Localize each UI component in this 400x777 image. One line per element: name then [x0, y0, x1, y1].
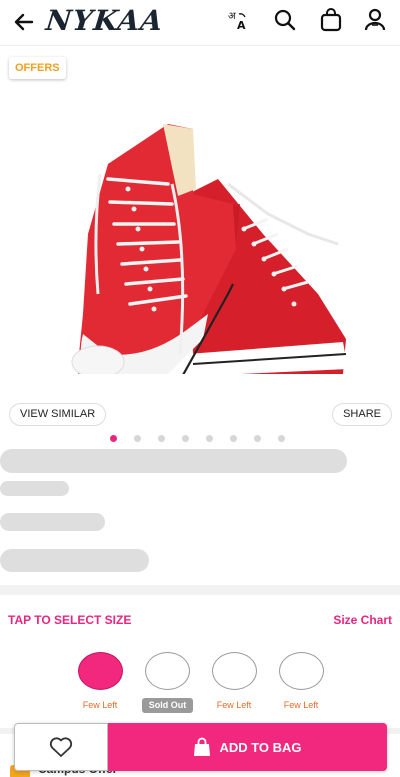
- carousel-dot[interactable]: [206, 435, 213, 442]
- share-button[interactable]: SHARE: [332, 403, 392, 426]
- product-image-carousel[interactable]: OFFERS VIEW SIMILAR SHARE: [0, 46, 400, 442]
- bottom-action-bar: ADD TO BAG: [14, 723, 387, 771]
- size-status-3: Few Left: [216, 700, 252, 710]
- size-option-4[interactable]: [279, 652, 324, 690]
- bag-icon: [194, 737, 211, 756]
- skeleton-title: [0, 449, 347, 473]
- carousel-dot[interactable]: [158, 435, 165, 442]
- carousel-dot[interactable]: [230, 435, 237, 442]
- skeleton-rating: [0, 513, 105, 531]
- add-to-bag-label: ADD TO BAG: [219, 739, 302, 755]
- shopping-bag-icon[interactable]: [317, 6, 345, 34]
- skeleton-subtitle: [0, 481, 69, 496]
- offers-tag[interactable]: OFFERS: [9, 57, 66, 79]
- size-option-3[interactable]: [212, 652, 257, 690]
- wishlist-button[interactable]: [14, 723, 108, 771]
- carousel-dots: [110, 435, 285, 442]
- add-to-bag-button[interactable]: ADD TO BAG: [108, 723, 387, 771]
- carousel-dot[interactable]: [278, 435, 285, 442]
- back-arrow-icon[interactable]: [10, 8, 38, 36]
- top-app-bar: NYKAA अ A: [0, 0, 400, 46]
- size-status-1: Few Left: [82, 700, 118, 710]
- translate-icon[interactable]: अ A: [225, 6, 253, 34]
- nykaa-logo[interactable]: NYKAA: [44, 4, 165, 37]
- carousel-dot[interactable]: [182, 435, 189, 442]
- search-icon[interactable]: [271, 6, 299, 34]
- size-chart-link[interactable]: Size Chart: [333, 613, 392, 627]
- heart-icon: [49, 737, 73, 757]
- size-option-2[interactable]: [145, 652, 190, 690]
- select-size-title: TAP TO SELECT SIZE: [8, 613, 132, 627]
- size-status-4: Few Left: [283, 700, 319, 710]
- account-icon[interactable]: [361, 6, 389, 34]
- size-status-2-sold-out: Sold Out: [142, 698, 193, 713]
- svg-text:A: A: [237, 19, 246, 32]
- view-similar-button[interactable]: VIEW SIMILAR: [9, 403, 107, 426]
- carousel-dot[interactable]: [110, 435, 117, 442]
- carousel-dot[interactable]: [134, 435, 141, 442]
- section-divider: [0, 585, 400, 595]
- skeleton-price: [0, 549, 149, 572]
- svg-text:अ: अ: [228, 11, 236, 22]
- size-option-1[interactable]: [78, 652, 123, 690]
- red-sneakers-image: [71, 124, 348, 374]
- carousel-dot[interactable]: [254, 435, 261, 442]
